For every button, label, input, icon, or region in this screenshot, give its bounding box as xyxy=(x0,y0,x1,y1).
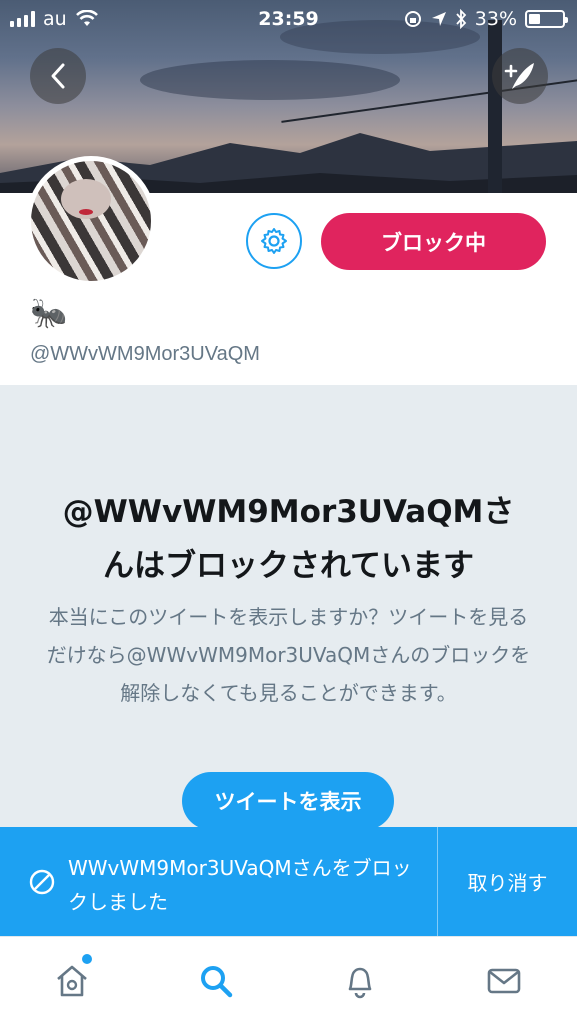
gear-icon xyxy=(261,228,287,254)
status-right: 33% xyxy=(403,8,568,30)
blocked-notice-title-line2: んはブロックされています xyxy=(102,548,475,584)
profile-handle: @WWvWM9Mor3UVaQM xyxy=(30,343,260,365)
blocked-button[interactable]: ブロック中 xyxy=(321,213,546,270)
tab-messages[interactable] xyxy=(432,937,576,1024)
battery-icon xyxy=(525,10,568,28)
block-toast: WWvWM9Mor3UVaQMさんをブロックしました 取り消す xyxy=(0,827,577,936)
chevron-left-icon xyxy=(51,63,65,89)
rotation-lock-icon xyxy=(404,11,421,27)
banner-pole xyxy=(488,20,502,193)
tab-notifications[interactable] xyxy=(288,937,432,1024)
search-icon xyxy=(201,966,233,998)
status-bar: au 23:59 33% xyxy=(0,0,577,38)
block-icon xyxy=(29,869,55,895)
blocked-notice-description: 本当にこのツイートを表示しますか？ツイートを見るだけなら@WWvWM9Mor3U… xyxy=(46,605,531,705)
location-icon xyxy=(431,12,446,26)
home-new-badge xyxy=(82,954,92,964)
profile-name: 🐜 xyxy=(30,296,68,331)
undo-button[interactable]: 取り消す xyxy=(438,827,577,936)
bluetooth-icon xyxy=(456,9,467,29)
messages-icon xyxy=(487,968,521,994)
compose-tweet-button[interactable] xyxy=(492,48,548,104)
battery-percent: 33% xyxy=(474,8,517,30)
tab-home[interactable] xyxy=(0,937,144,1024)
tab-search[interactable] xyxy=(144,937,288,1024)
home-icon xyxy=(57,965,87,997)
blocked-notice-title-line1: @WWvWM9Mor3UVaQMさ xyxy=(62,494,515,530)
banner-cloud xyxy=(140,60,400,100)
blocked-notice-panel: @WWvWM9Mor3UVaQMさ んはブロックされています 本当にこのツイート… xyxy=(0,385,577,830)
notifications-icon xyxy=(348,967,372,999)
blocked-notice-title: @WWvWM9Mor3UVaQMさ んはブロックされています xyxy=(20,485,557,593)
compose-tweet-icon xyxy=(504,63,534,89)
profile-settings-button[interactable] xyxy=(246,213,302,269)
show-tweets-button[interactable]: ツイートを表示 xyxy=(182,772,394,830)
avatar-image xyxy=(31,161,151,281)
avatar[interactable] xyxy=(26,156,156,286)
tab-bar xyxy=(0,936,577,1024)
back-button[interactable] xyxy=(30,48,86,104)
toast-message: WWvWM9Mor3UVaQMさんをブロックしました xyxy=(68,856,412,914)
